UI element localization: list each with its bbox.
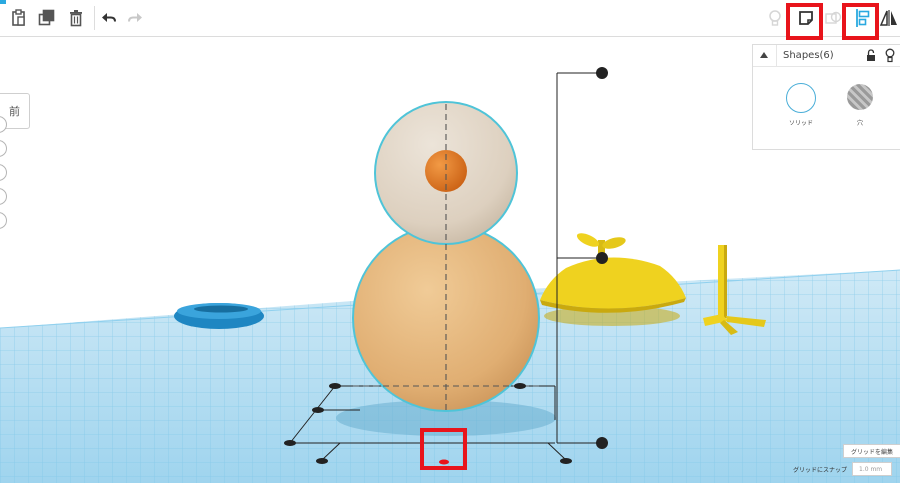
duplicate-button[interactable]: [34, 6, 60, 30]
panel-header: Shapes(6): [753, 45, 900, 67]
height-handle-mid[interactable]: [596, 252, 608, 264]
solid-label: ソリッド: [788, 120, 813, 127]
height-handle-top[interactable]: [596, 67, 608, 79]
collapse-triangle-icon[interactable]: [760, 52, 768, 58]
solid-option[interactable]: [786, 83, 816, 113]
undo-icon: [102, 13, 116, 22]
torus-shape[interactable]: [174, 303, 264, 329]
trash-icon: [70, 10, 82, 27]
corner-handle[interactable]: [312, 407, 324, 413]
mirror-icon: [879, 10, 897, 26]
lightbulb-icon: [769, 10, 781, 26]
corner-handle[interactable]: [560, 458, 572, 464]
group-icon: [825, 11, 842, 24]
corner-handle[interactable]: [514, 383, 526, 389]
redo-icon: [128, 13, 142, 22]
mirror-button[interactable]: [876, 6, 900, 30]
panel-title: Shapes(6): [783, 50, 834, 61]
edit-grid-label: グリッドを編集: [850, 448, 893, 456]
duplicate-icon: [38, 9, 55, 26]
top-toolbar: [0, 0, 900, 37]
panel-header-divider: [776, 45, 777, 67]
paste-button[interactable]: [6, 6, 32, 30]
corner-handle[interactable]: [316, 458, 328, 464]
lightbulb-visibility-icon[interactable]: [885, 48, 895, 63]
delete-button[interactable]: [63, 6, 89, 30]
snap-grid-value: 1.0 mm: [859, 465, 883, 473]
highlight-box-handle: [420, 428, 467, 470]
corner-handle[interactable]: [284, 440, 296, 446]
lock-icon[interactable]: [866, 49, 876, 62]
edit-grid-button[interactable]: グリッドを編集: [843, 444, 900, 458]
height-handle-bottom[interactable]: [596, 437, 608, 449]
highlight-box-note: [786, 3, 823, 40]
snap-grid-label: グリッドにスナップ: [793, 467, 848, 474]
hole-label: 穴: [856, 120, 863, 127]
shapes-inspector-panel: Shapes(6) ソリッド 穴: [752, 44, 900, 150]
redo-button[interactable]: [122, 6, 148, 30]
view-front-label: 前: [9, 105, 20, 118]
snap-grid-select[interactable]: 1.0 mm: [852, 462, 892, 476]
accent-mark: [0, 0, 6, 4]
paste-icon: [12, 9, 25, 26]
highlight-box-align: [842, 3, 879, 40]
lightbulb-button[interactable]: [762, 6, 788, 30]
undo-button[interactable]: [96, 6, 122, 30]
hole-option[interactable]: [847, 84, 873, 110]
corner-handle[interactable]: [329, 383, 341, 389]
toolbar-divider: [94, 6, 95, 30]
